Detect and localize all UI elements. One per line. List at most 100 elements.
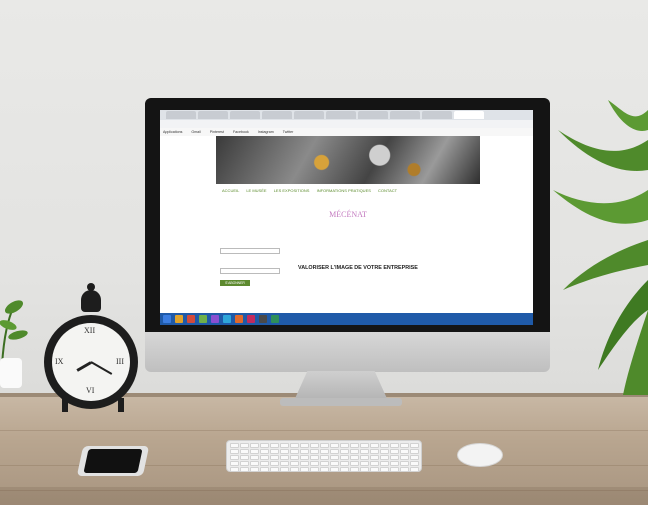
browser-tab[interactable]	[230, 111, 260, 119]
clock-numeral: VI	[86, 386, 95, 395]
keyboard-key	[370, 467, 379, 472]
keyboard-key	[370, 449, 379, 454]
keyboard-key	[390, 467, 399, 472]
keyboard-key	[380, 467, 389, 472]
browser-tab[interactable]	[422, 111, 452, 119]
subscribe-button[interactable]: S'ABONNER	[220, 280, 250, 286]
bookmark-item[interactable]: Pinterest	[210, 128, 224, 136]
nav-item[interactable]: ACCUEIL	[222, 188, 239, 193]
body-paragraph	[298, 240, 474, 245]
taskbar-app-icon[interactable]	[211, 315, 219, 323]
nav-item[interactable]: CONTACT	[378, 188, 397, 193]
keyboard-key	[280, 467, 289, 472]
keyboard-key	[290, 443, 299, 448]
keyboard-key	[250, 455, 259, 460]
body-paragraph	[298, 274, 474, 279]
clock-numeral: XII	[84, 326, 96, 335]
smartphone-screen	[83, 449, 143, 473]
monitor-chin	[145, 332, 550, 372]
keyboard-key	[310, 443, 319, 448]
keyboard-key	[390, 449, 399, 454]
bookmark-item[interactable]: Facebook	[233, 128, 249, 136]
desk-front-shadow	[0, 487, 648, 505]
body-paragraph	[298, 256, 474, 261]
browser-tab-strip[interactable]	[160, 110, 533, 120]
keyboard-key	[330, 461, 339, 466]
bookmark-item[interactable]: Instagram	[258, 128, 274, 136]
keyboard-key	[340, 455, 349, 460]
nav-item[interactable]: LE MUSÉE	[246, 188, 266, 193]
sidebar-email-field[interactable]	[220, 268, 280, 274]
sidebar-search-field[interactable]	[220, 248, 280, 254]
section-heading: VALORISER L'IMAGE DE VOTRE ENTREPRISE	[298, 264, 418, 271]
clock-numeral: IX	[55, 357, 64, 366]
browser-tab[interactable]	[358, 111, 388, 119]
keyboard-key	[250, 461, 259, 466]
keyboard-key	[340, 467, 349, 472]
bookmark-item[interactable]: Twitter	[283, 128, 294, 136]
keyboard-key	[230, 467, 239, 472]
keyboard-key	[330, 443, 339, 448]
keyboard-key	[280, 461, 289, 466]
keyboard-key	[300, 449, 309, 454]
nav-item[interactable]: LES EXPOSITIONS	[274, 188, 310, 193]
taskbar-app-icon[interactable]	[247, 315, 255, 323]
keyboard-key	[300, 443, 309, 448]
small-plant-icon	[0, 300, 28, 365]
keyboard-key	[260, 443, 269, 448]
nav-item[interactable]: INFORMATIONS PRATIQUES	[317, 188, 371, 193]
monitor-screen: Applications Gmail Pinterest Facebook In…	[160, 110, 533, 325]
taskbar-app-icon[interactable]	[259, 315, 267, 323]
keyboard-key	[240, 443, 249, 448]
taskbar-app-icon[interactable]	[199, 315, 207, 323]
browser-tab[interactable]	[198, 111, 228, 119]
keyboard-key	[230, 449, 239, 454]
taskbar-app-icon[interactable]	[187, 315, 195, 323]
keyboard-key	[370, 455, 379, 460]
keyboard-key	[350, 443, 359, 448]
browser-tab-active[interactable]	[454, 111, 484, 119]
taskbar-app-icon[interactable]	[175, 315, 183, 323]
taskbar-app-icon[interactable]	[235, 315, 243, 323]
taskbar-app-icon[interactable]	[223, 315, 231, 323]
keyboard-key	[240, 467, 249, 472]
keyboard-key	[410, 461, 419, 466]
keyboard-key	[290, 455, 299, 460]
keyboard-key	[360, 455, 369, 460]
keyboard-key	[320, 455, 329, 460]
browser-tab[interactable]	[262, 111, 292, 119]
browser-tab[interactable]	[326, 111, 356, 119]
address-bar[interactable]	[160, 120, 533, 128]
taskbar-app-icon[interactable]	[271, 315, 279, 323]
keyboard-key	[330, 467, 339, 472]
keyboard-key	[250, 467, 259, 472]
fern-plant-icon	[553, 100, 648, 395]
clock-leg	[62, 398, 68, 412]
browser-tab[interactable]	[390, 111, 420, 119]
keyboard-key	[270, 461, 279, 466]
keyboard-key	[260, 455, 269, 460]
keyboard	[226, 440, 422, 472]
keyboard-key	[270, 449, 279, 454]
keyboard-key	[380, 449, 389, 454]
start-icon[interactable]	[163, 315, 171, 323]
keyboard-key	[340, 461, 349, 466]
keyboard-key	[380, 443, 389, 448]
keyboard-key	[240, 455, 249, 460]
page-title: MÉCÉNAT	[329, 210, 367, 219]
museum-webpage: ACCUEIL LE MUSÉE LES EXPOSITIONS INFORMA…	[216, 136, 480, 325]
browser-tab[interactable]	[294, 111, 324, 119]
keyboard-key	[330, 455, 339, 460]
keyboard-key	[340, 449, 349, 454]
browser-tab[interactable]	[166, 111, 196, 119]
keyboard-key	[360, 467, 369, 472]
desk-scene: Applications Gmail Pinterest Facebook In…	[0, 0, 648, 505]
keyboard-key	[290, 449, 299, 454]
keyboard-key	[300, 455, 309, 460]
bookmark-item[interactable]: Applications	[163, 128, 182, 136]
keyboard-key	[310, 461, 319, 466]
keyboard-key	[310, 449, 319, 454]
keyboard-key	[360, 449, 369, 454]
desk-grain	[0, 430, 648, 431]
bookmark-item[interactable]: Gmail	[191, 128, 200, 136]
